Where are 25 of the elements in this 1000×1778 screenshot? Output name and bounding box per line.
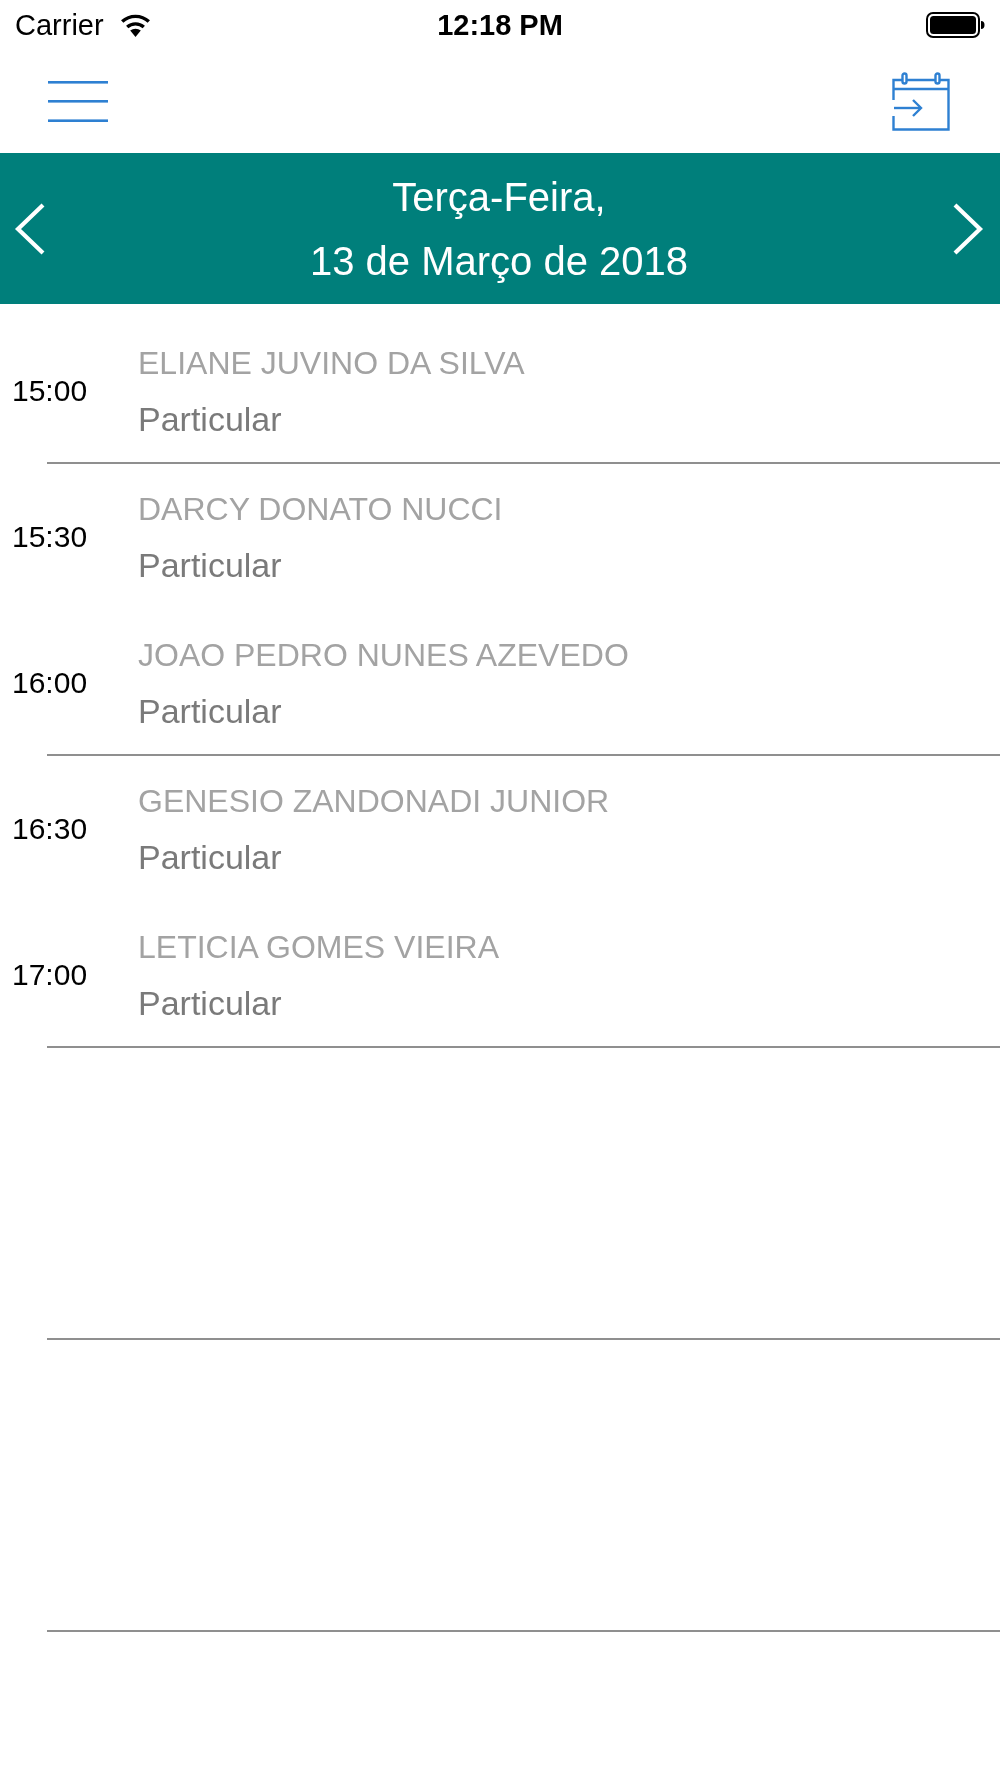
patient-name: DARCY DONATO NUCCI xyxy=(138,490,503,528)
calendar-arrow-icon[interactable] xyxy=(892,72,950,131)
date-title: 13 de Março de 2018 xyxy=(309,237,688,285)
carrier-name: Carrier xyxy=(15,8,104,42)
appointment-type: Particular xyxy=(138,983,282,1024)
appointment-type: Particular xyxy=(138,545,282,586)
appointment-type: Particular xyxy=(138,691,282,732)
appointment-time: 16:00 xyxy=(12,665,88,701)
status-time: 12:18 PM xyxy=(437,8,563,42)
appointment-time: 15:30 xyxy=(12,519,88,555)
patient-name: LETICIA GOMES VIEIRA xyxy=(138,928,499,966)
weekday-title: Terça-Feira, xyxy=(392,173,606,221)
menu-icon[interactable] xyxy=(48,81,108,122)
patient-name: JOAO PEDRO NUNES AZEVEDO xyxy=(138,636,629,674)
appointment-type: Particular xyxy=(138,399,282,440)
appointment-time: 16:30 xyxy=(12,811,88,847)
battery-icon xyxy=(926,12,985,38)
patient-name: GENESIO ZANDONADI JUNIOR xyxy=(138,782,610,820)
appointment-time: 17:00 xyxy=(12,957,88,993)
wifi-icon xyxy=(119,13,151,37)
chevron-right-icon[interactable] xyxy=(952,201,984,256)
chevron-left-icon[interactable] xyxy=(14,201,46,256)
appointment-type: Particular xyxy=(138,837,282,878)
patient-name: ELIANE JUVINO DA SILVA xyxy=(138,344,525,382)
appointment-time: 15:00 xyxy=(12,373,88,409)
